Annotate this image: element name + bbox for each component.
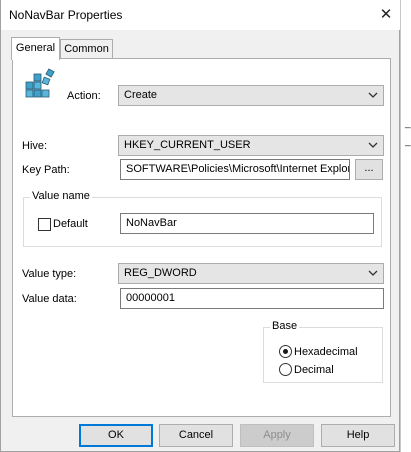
base-caption: Base bbox=[270, 320, 300, 332]
default-checkbox[interactable] bbox=[38, 218, 51, 231]
apply-button[interactable]: Apply bbox=[240, 424, 314, 447]
tab-common[interactable]: Common bbox=[60, 39, 113, 58]
close-icon: ✕ bbox=[379, 6, 393, 23]
general-panel: Action: Create Hive: HKEY_CURRENT_USER K… bbox=[12, 58, 391, 417]
action-select[interactable]: Create bbox=[118, 85, 384, 106]
hexadecimal-label: Hexadecimal bbox=[294, 346, 358, 358]
value-type-value: REG_DWORD bbox=[124, 267, 197, 279]
close-button[interactable]: ✕ bbox=[373, 3, 399, 27]
value-data-value: 00000001 bbox=[126, 292, 175, 304]
value-name-value: NoNavBar bbox=[126, 217, 177, 229]
value-name-caption: Value name bbox=[30, 190, 92, 202]
chevron-down-icon bbox=[368, 142, 378, 148]
browse-key-button[interactable]: ... bbox=[355, 159, 383, 180]
value-type-select[interactable]: REG_DWORD bbox=[118, 263, 384, 284]
hive-label: Hive: bbox=[22, 140, 48, 152]
action-value: Create bbox=[124, 89, 158, 101]
decimal-label: Decimal bbox=[294, 364, 334, 376]
chevron-down-icon bbox=[368, 270, 378, 276]
value-type-label: Value type: bbox=[22, 268, 77, 280]
dialog-title: NoNavBar Properties bbox=[9, 8, 123, 22]
hexadecimal-radio[interactable] bbox=[279, 345, 292, 358]
properties-dialog: NoNavBar Properties ✕ General Common Act… bbox=[0, 0, 400, 452]
title-bar: NoNavBar Properties ✕ bbox=[1, 0, 400, 30]
cancel-button[interactable]: Cancel bbox=[159, 424, 233, 447]
ok-button[interactable]: OK bbox=[79, 424, 153, 447]
value-data-input[interactable]: 00000001 bbox=[120, 288, 384, 309]
key-path-input[interactable]: SOFTWARE\Policies\Microsoft\Internet Exp… bbox=[120, 159, 350, 180]
decimal-radio[interactable] bbox=[279, 363, 292, 376]
hive-value: HKEY_CURRENT_USER bbox=[124, 139, 251, 151]
value-data-label: Value data: bbox=[22, 293, 77, 305]
tab-general[interactable]: General bbox=[11, 37, 60, 60]
action-label: Action: bbox=[67, 90, 101, 102]
hive-select[interactable]: HKEY_CURRENT_USER bbox=[118, 135, 384, 156]
key-path-value: SOFTWARE\Policies\Microsoft\Internet Exp… bbox=[126, 163, 350, 175]
default-label: Default bbox=[53, 218, 88, 230]
registry-icon bbox=[25, 68, 55, 98]
help-button[interactable]: Help bbox=[321, 424, 395, 447]
key-path-label: Key Path: bbox=[22, 164, 70, 176]
background-text: _C bbox=[405, 136, 411, 147]
background-window: _C _C bbox=[400, 0, 411, 452]
background-text: _C bbox=[405, 118, 411, 129]
chevron-down-icon bbox=[368, 92, 378, 98]
radio-selected-dot bbox=[283, 349, 288, 354]
value-name-input[interactable]: NoNavBar bbox=[120, 213, 374, 234]
